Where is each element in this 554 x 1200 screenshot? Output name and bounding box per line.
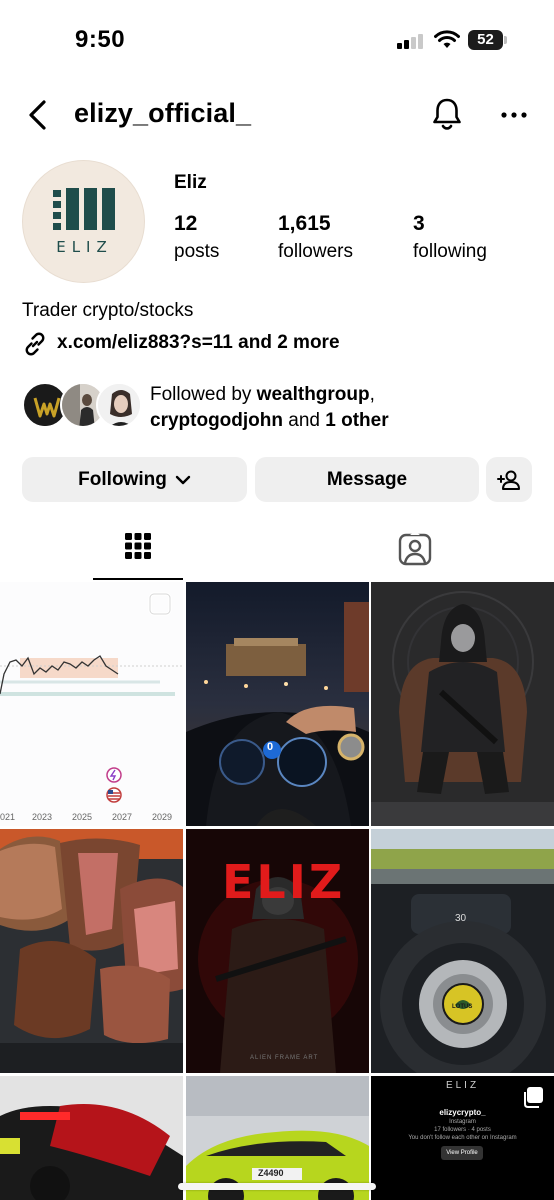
followed-by-separator: , <box>369 384 375 405</box>
multiple-photos-icon <box>524 1087 543 1108</box>
eliz-logo-icon <box>53 188 115 230</box>
home-indicator[interactable] <box>178 1183 376 1190</box>
chevron-down-icon <box>175 475 191 484</box>
shared-profile-view-button[interactable]: View Profile <box>441 1146 483 1160</box>
poster-title: ELIZ <box>222 855 346 909</box>
post-thumbnail-lotus-wheel <box>371 829 554 1073</box>
post-thumbnail-steak <box>0 829 183 1073</box>
following-button[interactable]: Following <box>22 457 247 502</box>
post-thumbnail-hooded-figure <box>371 582 554 826</box>
message-button[interactable]: Message <box>255 457 479 502</box>
chart-year-2: 2023 <box>32 812 53 822</box>
post-thumbnail-motorcycle <box>0 1076 183 1200</box>
cellular-signal-icon <box>397 33 425 49</box>
mutual-others-link[interactable]: 1 other <box>325 410 388 431</box>
avatar-logo-text: ELIZ <box>56 238 113 256</box>
post-tile-chart[interactable]: 021 2023 2025 2027 2029 <box>0 582 183 826</box>
profile-link-text[interactable]: x.com/eliz883?s=11 and 2 more <box>57 332 340 354</box>
profile-avatar[interactable]: ELIZ <box>22 160 145 283</box>
post-thumbnail-chart <box>0 582 183 826</box>
shared-profile-platform: Instagram <box>449 1119 476 1125</box>
battery-level: 52 <box>468 30 503 50</box>
post-tile-shared-profile[interactable]: ELIZ elizycrypto_ Instagram 17 followers… <box>371 1076 554 1200</box>
profile-bio: Trader crypto/stocks <box>22 300 194 321</box>
followed-by-and: and <box>282 410 326 431</box>
shared-profile-note: You don't follow each other on Instagram <box>408 1135 517 1141</box>
followers-count[interactable]: 1,615 followers <box>278 212 353 263</box>
posts-label: posts <box>174 241 220 262</box>
followers-label: followers <box>278 241 353 262</box>
more-options-icon[interactable] <box>500 102 528 128</box>
following-value: 3 <box>413 212 425 235</box>
tab-posts-grid[interactable] <box>93 520 183 580</box>
post-tile-eliz-poster[interactable]: ELIZ ALIEN FRAME ART <box>186 829 369 1073</box>
lotus-badge: LOTUS <box>452 1004 473 1010</box>
following-button-label: Following <box>78 468 167 490</box>
mutual-user-wealthgroup[interactable]: wealthgroup <box>257 384 370 405</box>
chart-year-3: 2025 <box>72 812 93 822</box>
status-bar: 9:50 52 <box>0 0 554 80</box>
link-icon <box>25 332 45 356</box>
display-name: Eliz <box>174 172 207 193</box>
back-arrow-icon[interactable] <box>24 98 52 132</box>
following-count[interactable]: 3 following <box>413 212 487 263</box>
post-thumbnail-green-car <box>186 1076 369 1200</box>
shared-profile-name: elizycrypto_ <box>439 1108 486 1117</box>
profile-header: elizy_official_ <box>0 88 554 142</box>
shared-profile-meta: 17 followers · 4 posts <box>434 1127 491 1133</box>
tab-tagged[interactable] <box>370 520 460 580</box>
notification-bell-icon[interactable] <box>430 96 464 132</box>
mutual-followers-avatars[interactable] <box>22 382 142 430</box>
message-button-label: Message <box>326 468 408 490</box>
suggested-users-button[interactable] <box>486 457 532 502</box>
chart-year-4: 2027 <box>112 812 133 822</box>
post-tile-steak[interactable] <box>0 829 183 1073</box>
post-tile-night-drive[interactable]: 0 <box>186 582 369 826</box>
battery-icon: 52 <box>468 30 508 50</box>
post-tile-lotus-wheel[interactable]: 30 LOTUS <box>371 829 554 1073</box>
posts-count[interactable]: 12 posts <box>174 212 219 263</box>
profile-username: elizy_official_ <box>74 98 252 128</box>
grid-icon <box>125 533 151 559</box>
followed-by-prefix: Followed by <box>150 384 257 405</box>
post-tile-motorcycle[interactable] <box>0 1076 183 1200</box>
lotus-speed: 30 <box>455 913 467 924</box>
status-time: 9:50 <box>75 26 126 53</box>
profile-tabs <box>0 520 554 582</box>
following-label: following <box>413 241 487 262</box>
chart-year-1: 021 <box>0 812 16 822</box>
followers-value: 1,615 <box>278 212 331 235</box>
poster-caption: ALIEN FRAME ART <box>250 1055 319 1061</box>
post-thumbnail-night-drive <box>186 582 369 826</box>
person-tag-icon <box>398 532 432 566</box>
wifi-icon <box>434 30 460 48</box>
car-plate: Z4490 <box>258 1168 284 1178</box>
followed-by-text[interactable]: Followed by wealthgroup, cryptogodjohn a… <box>150 382 389 434</box>
mutual-avatar-other[interactable] <box>96 382 142 428</box>
mutual-user-cryptogodjohn[interactable]: cryptogodjohn <box>150 410 283 431</box>
add-person-icon <box>497 470 520 490</box>
chart-year-5: 2029 <box>152 812 173 822</box>
posts-value: 12 <box>174 212 198 235</box>
posts-grid: 021 2023 2025 2027 2029 0 ELIZ ALIEN FRA… <box>0 582 554 1200</box>
post-tile-hooded-figure[interactable] <box>371 582 554 826</box>
post-tile-green-car[interactable]: Z4490 <box>186 1076 369 1200</box>
dash-speed: 0 <box>267 741 274 753</box>
